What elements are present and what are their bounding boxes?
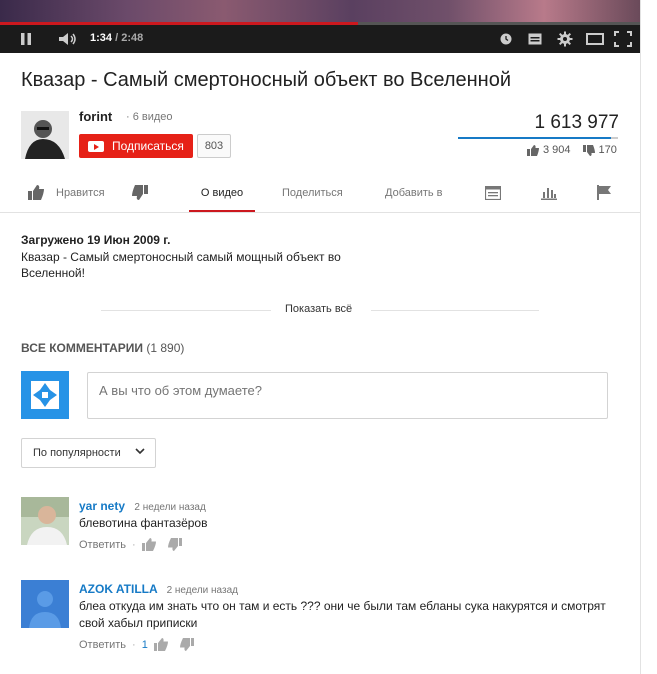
statistics-icon	[541, 187, 557, 200]
youtube-play-icon	[88, 140, 104, 152]
statistics-button[interactable]	[541, 175, 557, 210]
tab-add-to-label: Добавить в	[385, 186, 443, 199]
comment-like-count: 1	[141, 638, 148, 651]
comment-author-name[interactable]: yar nety	[79, 499, 125, 513]
comment-author[interactable]: yar nety 2 недели назад	[79, 499, 206, 513]
captions-icon	[528, 33, 542, 45]
tab-add-to[interactable]: Добавить в	[385, 175, 443, 210]
theater-icon	[586, 33, 604, 45]
user-photo	[21, 497, 69, 545]
comment-time[interactable]: 2 недели назад	[134, 502, 205, 513]
thumbs-up-icon[interactable]	[153, 638, 168, 651]
comments-heading-label: ВСЕ КОММЕНТАРИИ	[21, 341, 144, 355]
subscribe-button[interactable]: Подписаться	[79, 134, 193, 158]
pause-icon	[21, 33, 31, 45]
comment-text: блеа откуда им знать что он там и есть ?…	[79, 599, 606, 630]
fullscreen-icon	[614, 31, 632, 47]
comment-actions: Ответить · 1	[79, 638, 194, 651]
action-tabs: Нравится О видео Поделиться Добавить в	[0, 175, 640, 213]
channel-avatar-image	[21, 111, 69, 159]
channel-avatar[interactable]	[21, 111, 69, 159]
video-title: Квазар - Самый смертоносный объект во Вс…	[21, 69, 511, 91]
current-user-avatar[interactable]	[21, 371, 69, 419]
separator-dot: ·	[132, 638, 136, 651]
page-gutter	[641, 0, 657, 674]
like-ratio-fill	[458, 137, 612, 139]
default-user-icon	[21, 580, 69, 628]
chevron-down-icon	[135, 448, 145, 455]
clock-icon	[500, 33, 512, 45]
channel-video-count[interactable]: · 6 видео	[126, 111, 173, 123]
sort-dropdown[interactable]: По популярности	[21, 438, 156, 468]
report-button[interactable]	[597, 175, 611, 210]
captions-button[interactable]	[524, 25, 546, 53]
comment-text: блевотина фантазёров	[79, 516, 208, 530]
comments-count: (1 890)	[146, 341, 185, 355]
settings-button[interactable]	[554, 25, 576, 53]
upload-date: Загружено 19 Июн 2009 г.	[21, 233, 171, 247]
volume-icon	[59, 33, 76, 45]
thumbs-up-icon[interactable]	[141, 538, 156, 551]
like-stats: 3 904 170	[527, 144, 617, 156]
divider	[101, 310, 271, 311]
dislike-button[interactable]	[132, 175, 148, 210]
watch-later-button[interactable]	[496, 25, 516, 53]
tab-about[interactable]: О видео	[189, 175, 255, 212]
sort-label: По популярности	[33, 447, 121, 459]
view-count: 1 613 977	[534, 112, 619, 133]
like-ratio-bar	[458, 137, 618, 139]
comments-heading: ВСЕ КОММЕНТАРИИ (1 890)	[21, 341, 184, 355]
video-description: Квазар - Самый смертоносный самый мощный…	[21, 250, 341, 280]
comment-author[interactable]: AZOK ATILLA 2 недели назад	[79, 582, 238, 596]
subscribe-label: Подписаться	[112, 139, 184, 153]
comment-avatar[interactable]	[21, 580, 69, 628]
like-button[interactable]: Нравится	[28, 175, 105, 210]
comment-actions: Ответить ·	[79, 538, 182, 551]
comment-avatar[interactable]	[21, 497, 69, 545]
theater-mode-button[interactable]	[584, 25, 606, 53]
volume-button[interactable]	[56, 25, 80, 53]
channel-name[interactable]: forint	[79, 109, 112, 124]
comment-input-box[interactable]	[87, 372, 608, 419]
thumbs-down-icon	[582, 144, 595, 156]
thumbs-up-icon	[28, 185, 44, 200]
dislike-count: 170	[598, 144, 617, 156]
thumbs-up-icon	[527, 144, 539, 156]
fullscreen-button[interactable]	[612, 25, 634, 53]
gear-icon	[557, 31, 573, 47]
reply-button[interactable]: Ответить	[79, 539, 126, 551]
tab-about-label: О видео	[200, 186, 244, 199]
show-all-button[interactable]: Показать всё	[285, 303, 352, 315]
thumbs-down-icon	[132, 185, 148, 200]
tab-share[interactable]: Поделиться	[282, 175, 343, 210]
video-frame[interactable]	[0, 0, 640, 23]
comment-input[interactable]	[97, 382, 591, 399]
watch-page: 1:34 / 2:48 Квазар - Самый смертоносный …	[0, 0, 641, 674]
time-total: / 2:48	[115, 32, 144, 44]
player-controls: 1:34 / 2:48	[0, 25, 640, 53]
comment-author-name[interactable]: AZOK ATILLA	[79, 582, 157, 596]
transcript-icon	[485, 185, 501, 200]
like-label: Нравится	[56, 186, 105, 199]
thumbs-down-icon[interactable]	[167, 538, 182, 551]
transcript-button[interactable]	[485, 175, 501, 210]
time-display: 1:34 / 2:48	[90, 32, 143, 44]
show-all-row: Показать всё	[0, 303, 640, 317]
thumbs-down-icon[interactable]	[179, 638, 194, 651]
flag-icon	[597, 185, 611, 200]
reply-button[interactable]: Ответить	[79, 639, 126, 651]
separator-dot: ·	[132, 538, 136, 551]
comment-time[interactable]: 2 недели назад	[167, 585, 238, 596]
tab-share-label: Поделиться	[282, 186, 343, 199]
like-count: 3 904	[543, 144, 571, 156]
time-current: 1:34	[90, 32, 113, 44]
divider	[371, 310, 539, 311]
pause-button[interactable]	[14, 25, 38, 53]
default-avatar-icon	[21, 371, 69, 419]
subscriber-count: 803	[197, 134, 231, 158]
